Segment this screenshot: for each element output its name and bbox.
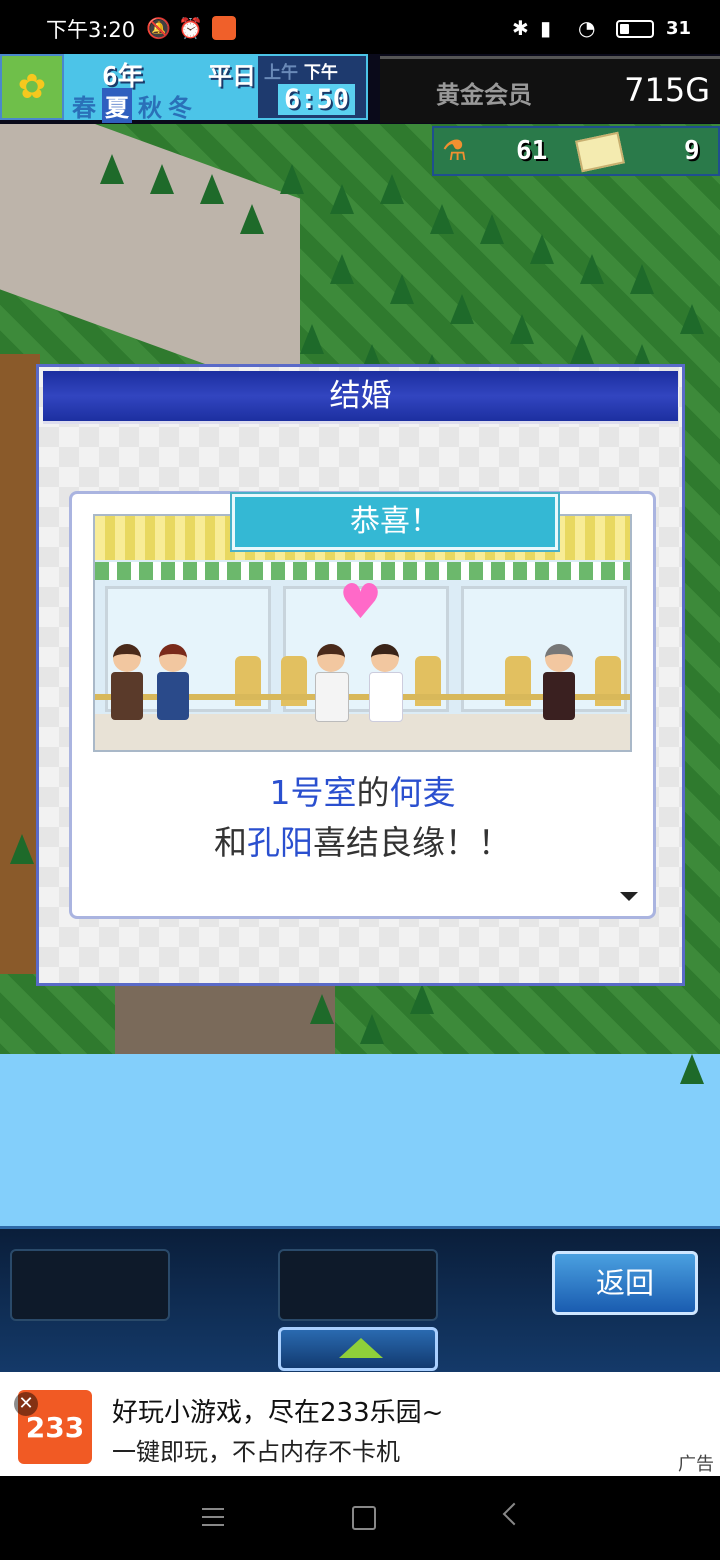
member-label: 黄金会员 [436,81,532,109]
battery-icon [616,20,654,38]
back-button[interactable]: 返回 [552,1251,698,1315]
tree-icon [430,204,454,234]
tree-icon [410,984,434,1014]
gold-amount: 715G [624,71,710,109]
money-panel: 黄金会员 715G [380,56,720,123]
tree-icon [630,264,654,294]
back-button-label: 返回 [595,1266,654,1300]
season-row: 春 夏 秋 冬 [72,88,192,123]
date-panel: 6年 平日 春 夏 秋 冬 [64,54,256,123]
congrats-text: 恭喜！ [350,504,440,539]
home-icon[interactable] [352,1506,376,1530]
season-summer: 夏 [102,88,132,123]
tree-icon [310,994,334,1024]
up-arrow-icon [339,1338,383,1358]
close-icon[interactable]: ✕ [14,1392,38,1416]
dialog-title: 结婚 [329,378,392,414]
message-line-1: 1号室的何麦 [72,766,653,814]
wifi-icon: ◔ [578,16,596,40]
tree-icon [580,254,604,284]
flask-icon: ⚗ [442,134,468,167]
partner-name: 孔阳 [247,823,313,862]
top-hud: ✿ 6年 平日 春 夏 秋 冬 上午 下午 6:50 黄金会员 715G [0,54,720,124]
tree-icon [380,174,404,204]
alarm-icon: ⏰ [178,16,203,40]
building-wall [0,354,40,974]
dialog-title-bar: 结婚 [43,371,678,424]
battery-percent: 31 [666,18,692,39]
tree-icon [150,164,174,194]
tree-icon [300,324,324,354]
season-autumn: 秋 [138,94,162,122]
tree-icon [390,274,414,304]
connector-text: 的 [356,773,390,812]
empty-slot-center[interactable] [278,1249,438,1321]
am-label: 上午 [264,63,298,83]
mute-icon: 🔕 [146,16,171,40]
guest-character [155,644,191,726]
battery-level [620,24,629,34]
priest-character [541,644,577,726]
suffix-text: 喜结良缘！！ [313,823,511,862]
tree-icon [480,214,504,244]
tree-icon [680,304,704,334]
congrats-banner: 恭喜！ [230,492,560,552]
ad-banner[interactable]: 233 ✕ 好玩小游戏，尽在233乐园~ 一键即玩，不占内存不卡机 广告 [0,1372,720,1476]
ad-subline: 一键即玩，不占内存不卡机 [112,1438,400,1466]
game-viewport[interactable]: ✿ 6年 平日 春 夏 秋 冬 上午 下午 6:50 黄金会员 715G ⚗ 6… [0,54,720,1372]
system-nav-bar [0,1476,720,1560]
guest-character [109,644,145,726]
resident-name: 何麦 [389,773,456,812]
tree-icon [330,184,354,214]
ad-headline: 好玩小游戏，尽在233乐园~ [112,1398,444,1428]
message-card[interactable]: ♥ 恭喜！ 1号室的何麦 和孔阳喜结良缘！！ [69,491,656,919]
expand-menu-button[interactable] [278,1327,438,1371]
tree-icon [10,834,34,864]
back-icon[interactable] [502,1502,526,1526]
ticket-icon [575,131,625,173]
message-line-2: 和孔阳喜结良缘！！ [72,816,653,864]
prefix-text: 和 [214,823,247,862]
sky-background [0,1054,720,1244]
recents-icon[interactable] [202,1508,224,1532]
tree-icon [280,164,304,194]
tree-icon [450,294,474,324]
tree-icon [330,254,354,284]
bottom-hud: 返回 [0,1226,720,1372]
bride-character [367,644,403,726]
pm-label: 下午 [303,63,338,83]
time-panel: 上午 下午 6:50 [256,54,368,120]
tree-icon [530,234,554,264]
status-bar: 下午3:20 🔕 ⏰ ✱ ▮ ◔ 31 [0,0,720,54]
next-arrow-icon[interactable] [620,892,638,901]
season-winter: 冬 [168,94,192,122]
marriage-dialog[interactable]: 结婚 ♥ 恭喜！ 1号室的何麦 和孔阳喜结良缘！！ [36,364,685,986]
bluetooth-icon: ✱ [512,16,529,40]
research-points: 61 [516,136,548,166]
heart-icon: ♥ [339,574,383,630]
groom-character [313,644,349,726]
ad-tag: 广告 [678,1454,714,1475]
clock-display: 6:50 [278,84,356,115]
resource-panel: ⚗ 61 9 [432,126,720,176]
tree-icon [200,174,224,204]
ampm-indicator: 上午 下午 [264,58,338,83]
tree-icon [360,1014,384,1044]
signal-icon: ▮ [540,16,552,40]
empty-slot-left[interactable] [10,1249,170,1321]
tree-icon [680,1054,704,1084]
sunflower-icon[interactable]: ✿ [0,54,64,120]
app-badge-icon [212,16,236,40]
tree-icon [240,204,264,234]
status-time: 下午3:20 [46,18,136,42]
ticket-count: 9 [684,136,700,166]
tree-icon [570,334,594,364]
tree-icon [510,314,534,344]
weekday-label: 平日 [208,62,256,90]
ad-logo-text: 233 [25,1410,85,1444]
season-spring: 春 [72,94,96,122]
room-name: 1号室 [269,773,357,812]
tree-icon [100,154,124,184]
